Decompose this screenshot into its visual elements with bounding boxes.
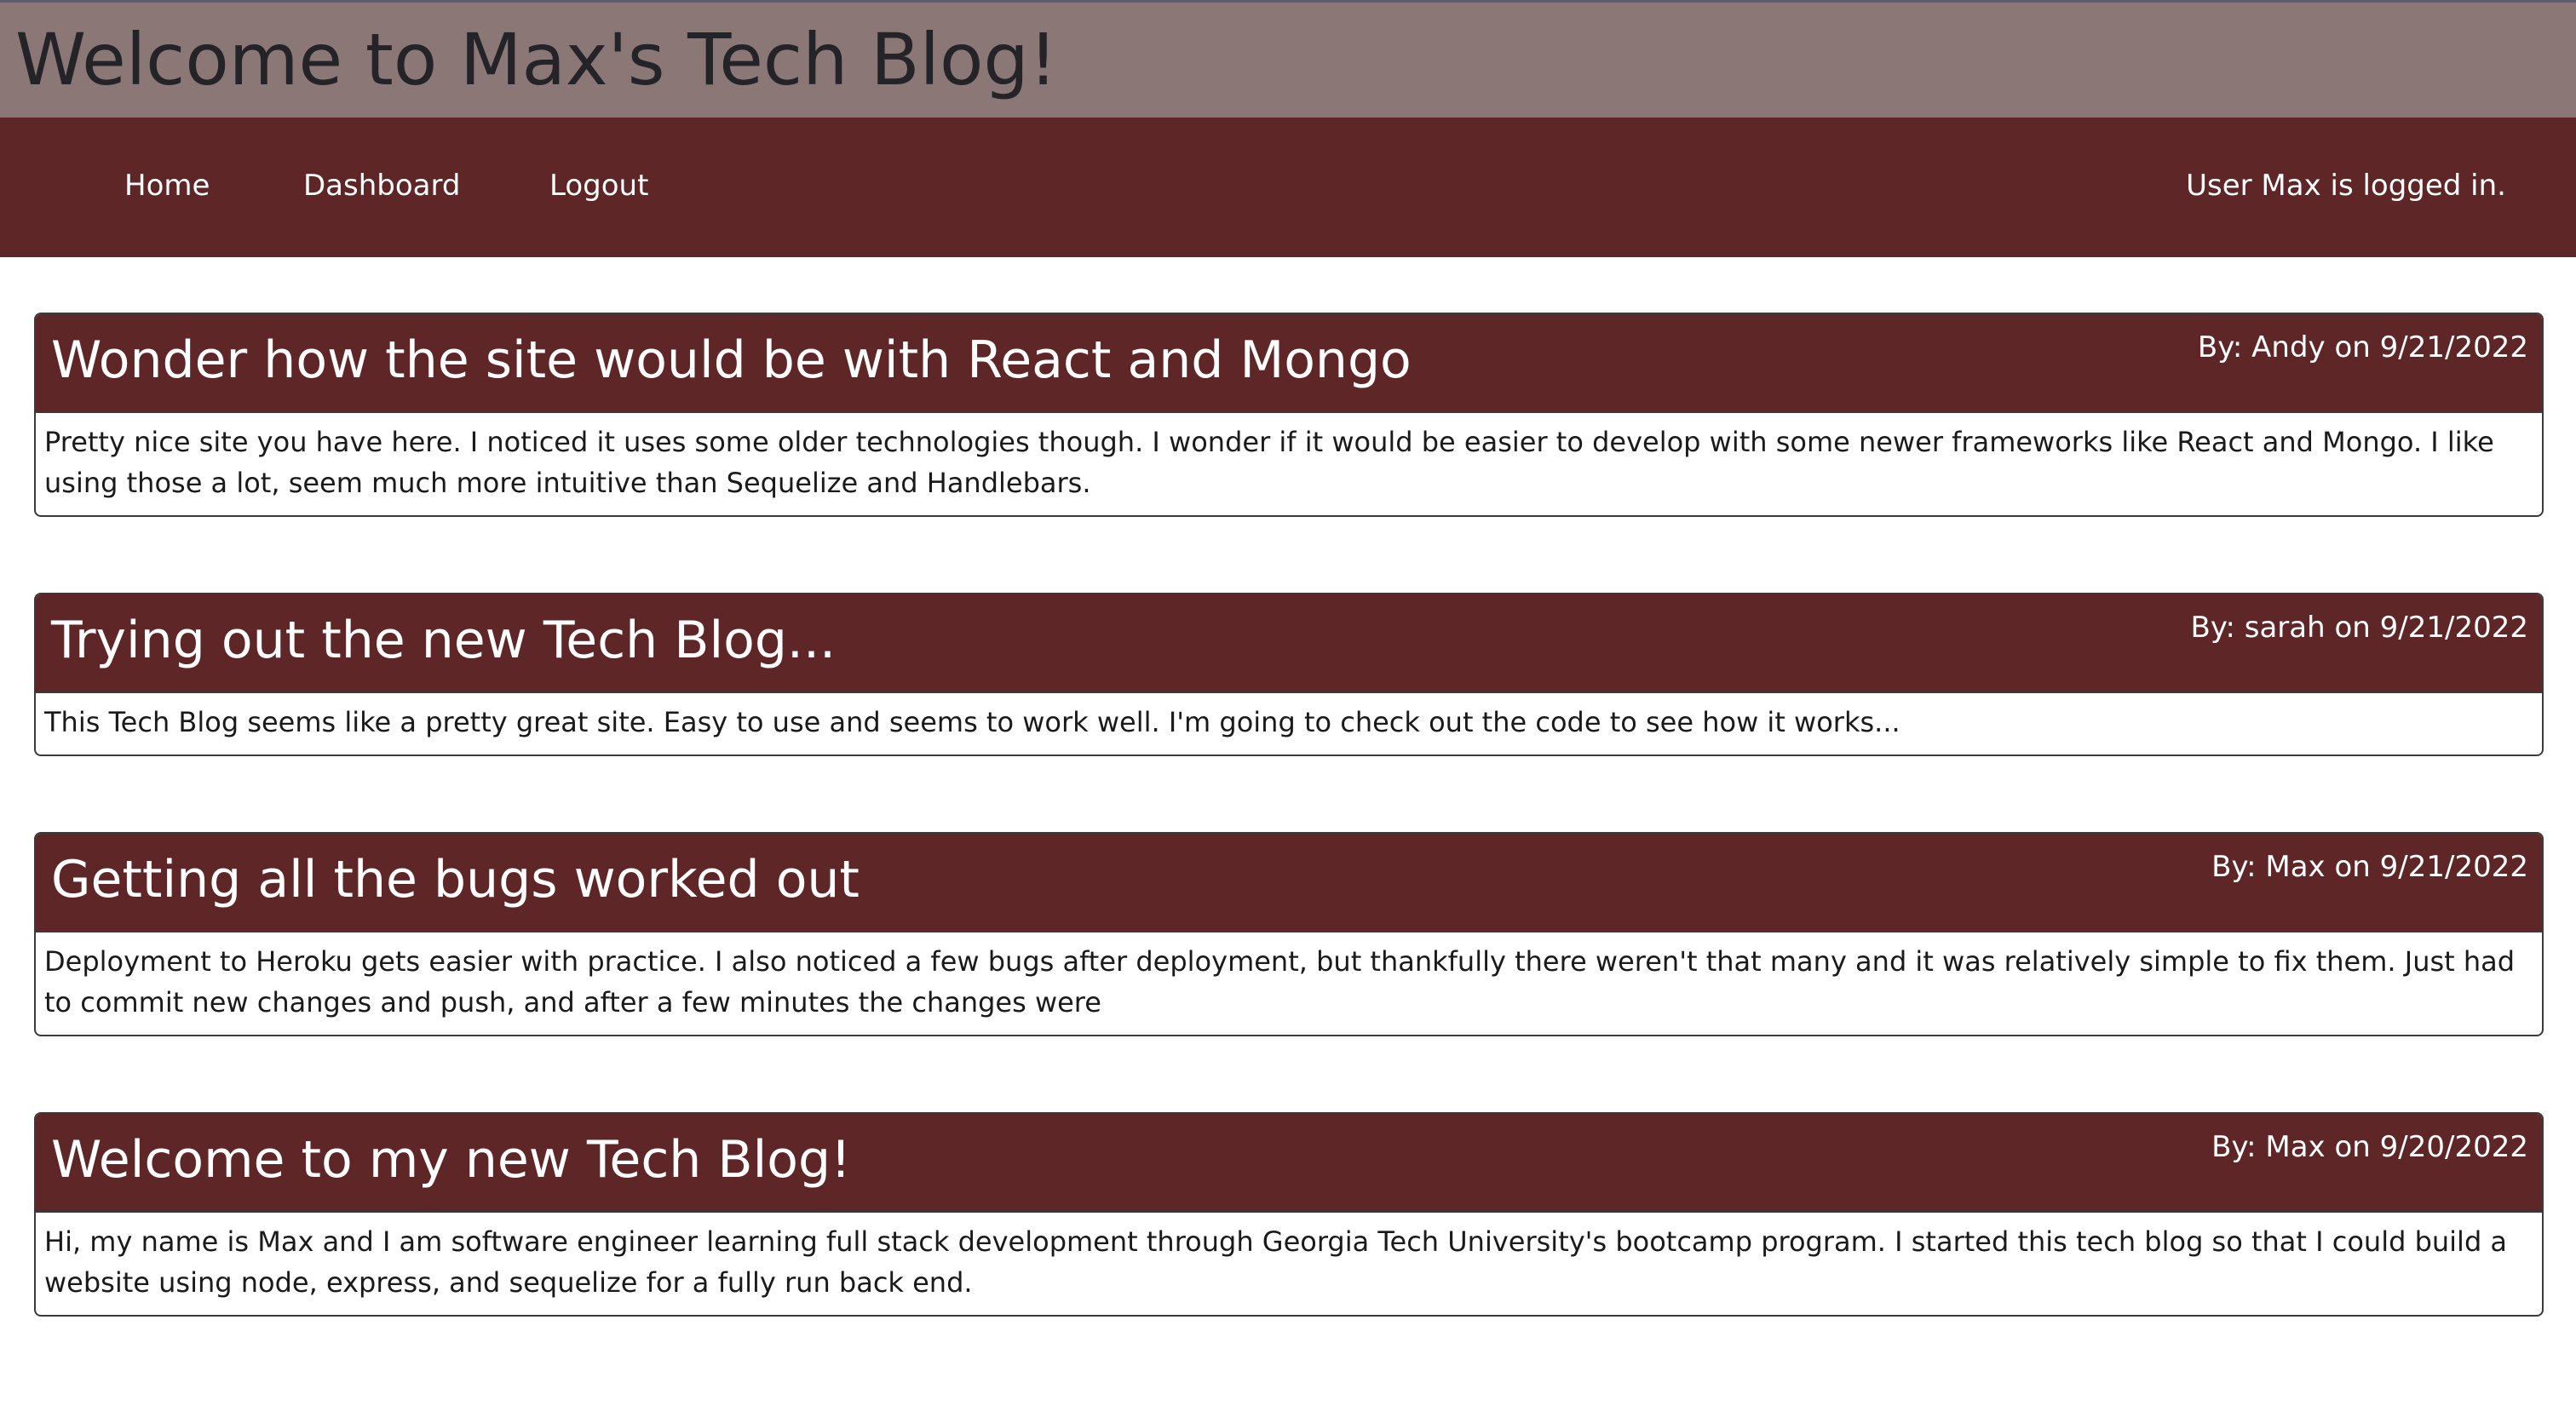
post-on-label: on [2334, 611, 2371, 645]
post-header: Welcome to my new Tech Blog! By: Max on … [36, 1114, 2542, 1213]
post-title[interactable]: Trying out the new Tech Blog... [51, 606, 836, 674]
post-by-label: By: [2190, 611, 2235, 645]
post-author: Andy [2251, 330, 2326, 364]
post-body: Deployment to Heroku gets easier with pr… [44, 945, 2516, 1018]
post-date: 9/21/2022 [2379, 330, 2528, 364]
post-body: Pretty nice site you have here. I notice… [44, 426, 2494, 499]
post-author: sarah [2244, 611, 2326, 645]
post-header: Trying out the new Tech Blog... By: sara… [36, 594, 2542, 693]
post-header: Wonder how the site would be with React … [36, 314, 2542, 413]
post-card[interactable]: Wonder how the site would be with React … [34, 313, 2544, 517]
post-title[interactable]: Wonder how the site would be with React … [51, 326, 1412, 394]
post-date: 9/21/2022 [2379, 611, 2528, 645]
post-by-label: By: [2211, 850, 2257, 884]
post-by-label: By: [2197, 330, 2243, 364]
post-meta: By: Max on 9/20/2022 [2211, 1127, 2528, 1167]
navbar: Home Dashboard Logout User Max is logged… [0, 118, 2576, 257]
login-status-text: User Max is logged in. [2186, 169, 2506, 203]
nav-home-link[interactable]: Home [124, 165, 210, 206]
site-header: Welcome to Max's Tech Blog! [0, 0, 2576, 118]
post-card[interactable]: Getting all the bugs worked out By: Max … [34, 832, 2544, 1036]
post-date: 9/20/2022 [2379, 1130, 2528, 1164]
page-title: Welcome to Max's Tech Blog! [15, 18, 1058, 101]
post-card[interactable]: Trying out the new Tech Blog... By: sara… [34, 593, 2544, 756]
post-meta: By: Andy on 9/21/2022 [2198, 328, 2528, 367]
post-title[interactable]: Welcome to my new Tech Blog! [51, 1126, 851, 1194]
post-by-label: By: [2211, 1130, 2257, 1164]
post-author: Max [2265, 850, 2326, 884]
post-meta: By: Max on 9/21/2022 [2211, 847, 2528, 887]
post-date: 9/21/2022 [2379, 850, 2528, 884]
post-author: Max [2265, 1130, 2326, 1164]
post-on-label: on [2334, 330, 2371, 364]
post-card[interactable]: Welcome to my new Tech Blog! By: Max on … [34, 1112, 2544, 1317]
nav-logout-link[interactable]: Logout [549, 165, 648, 206]
nav-dashboard-link[interactable]: Dashboard [303, 165, 460, 206]
post-meta: By: sarah on 9/21/2022 [2191, 608, 2529, 647]
post-title[interactable]: Getting all the bugs worked out [51, 846, 860, 914]
post-body: This Tech Blog seems like a pretty great… [44, 706, 1900, 738]
post-on-label: on [2334, 850, 2371, 884]
post-on-label: on [2334, 1130, 2371, 1164]
post-body: Hi, my name is Max and I am software eng… [44, 1225, 2508, 1299]
post-header: Getting all the bugs worked out By: Max … [36, 834, 2542, 932]
